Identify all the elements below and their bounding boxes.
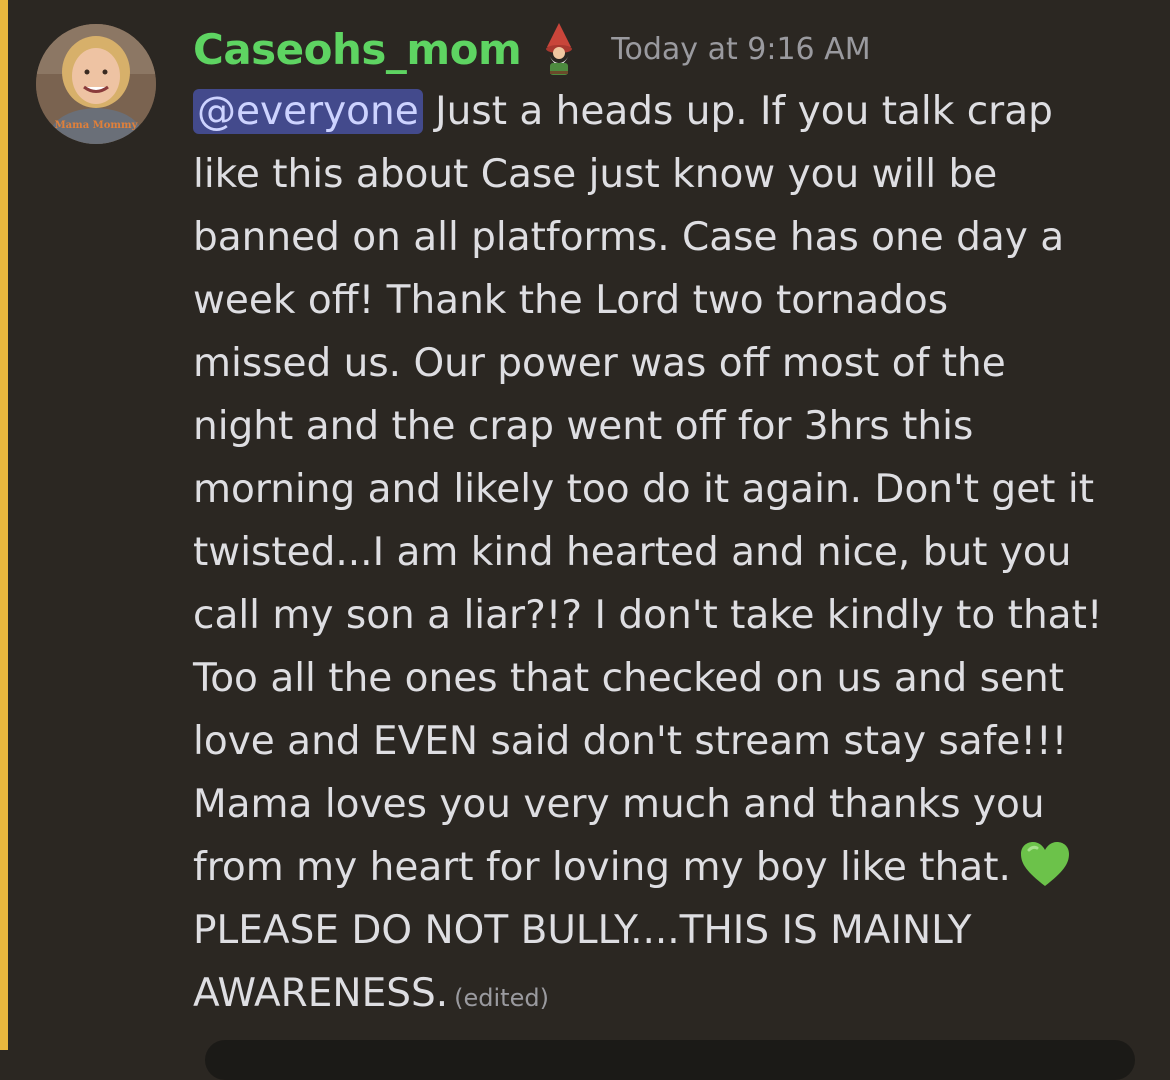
message-text: from my heart for loving my boy like tha… <box>193 845 1011 890</box>
message-line: banned on all platforms. Case has one da… <box>193 215 1065 260</box>
avatar-shirt-text: Mama Mommy <box>55 120 139 131</box>
message-timestamp[interactable]: Today at 9:16 AM <box>611 32 870 67</box>
gnome-icon <box>537 21 581 77</box>
message-text: AWARENESS. <box>193 971 449 1016</box>
message-line: week off! Thank the Lord two tornados <box>193 278 949 323</box>
message-line: PLEASE DO NOT BULLY....THIS IS MAINLY <box>193 908 972 953</box>
message-content: @everyone Just a heads up. If you talk c… <box>193 80 1133 1030</box>
message-line: Too all the ones that checked on us and … <box>193 656 1065 701</box>
date-divider-pill <box>205 1040 1135 1080</box>
message-line: night and the crap went off for 3hrs thi… <box>193 404 974 449</box>
avatar-image: Mama Mommy <box>36 24 156 144</box>
message-line: twisted...I am kind hearted and nice, bu… <box>193 530 1072 575</box>
message-line: call my son a liar?!? I don't take kindl… <box>193 593 1103 638</box>
message-line: morning and likely too do it again. Don'… <box>193 467 1094 512</box>
everyone-mention[interactable]: @everyone <box>193 89 423 134</box>
message-line: Mama loves you very much and thanks you <box>193 782 1045 827</box>
user-avatar[interactable]: Mama Mommy <box>36 24 156 144</box>
message-text: Just a heads up. If you talk crap <box>422 89 1053 134</box>
message-line: like this about Case just know you will … <box>193 152 998 197</box>
message-line: love and EVEN said don't stream stay saf… <box>193 719 1068 764</box>
message-line: @everyone Just a heads up. If you talk c… <box>193 80 1133 143</box>
message-header: Caseohs_mom Today at 9:16 AM <box>193 14 871 84</box>
highlight-accent-bar <box>0 0 8 1050</box>
edited-label: (edited) <box>454 984 549 1012</box>
message-line: AWARENESS. (edited) <box>193 962 1133 1030</box>
message-line: from my heart for loving my boy like tha… <box>193 836 1133 899</box>
message-line: missed us. Our power was off most of the <box>193 341 1006 386</box>
green-heart-icon <box>1019 840 1071 888</box>
author-username[interactable]: Caseohs_mom <box>193 25 522 74</box>
